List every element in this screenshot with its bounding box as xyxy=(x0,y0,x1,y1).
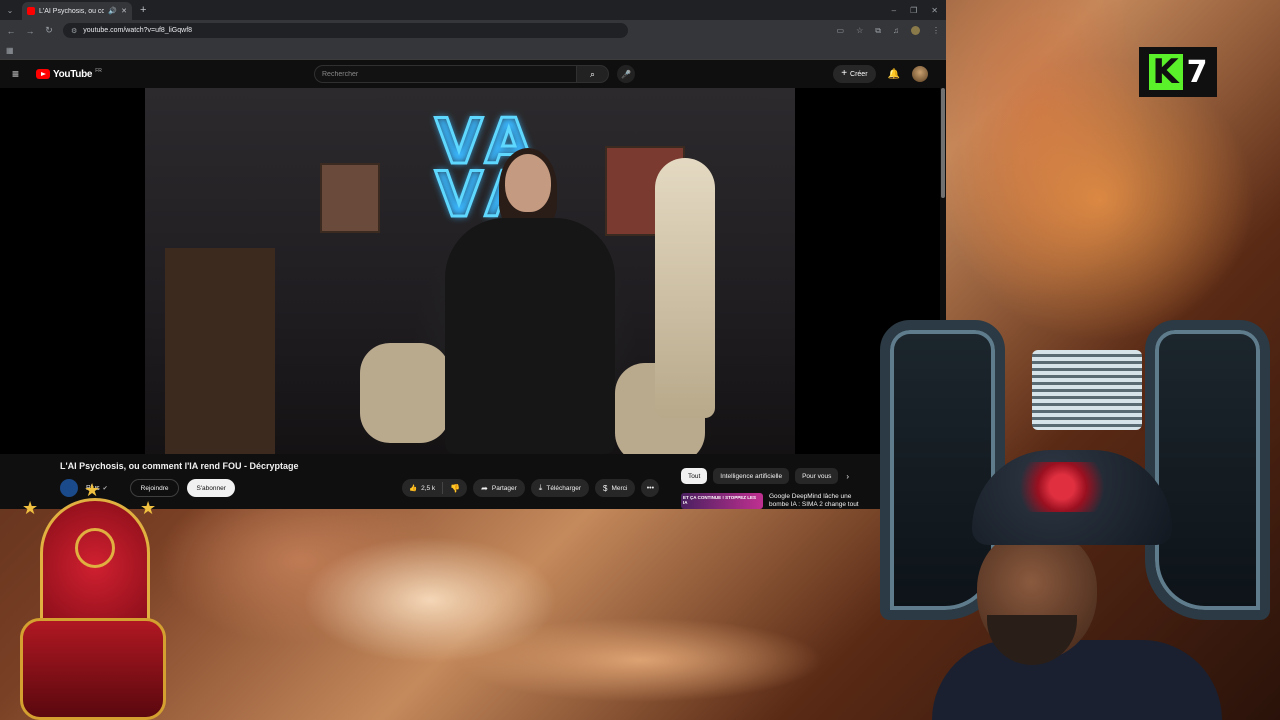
search-input[interactable] xyxy=(314,65,577,83)
presenter-body xyxy=(445,218,615,454)
subscribe-button[interactable]: S'abonner xyxy=(187,479,235,497)
recommended-video[interactable]: ET ÇA CONTINUE ! STOPPEZ LES IA Google D… xyxy=(681,493,869,509)
scifi-frame-center xyxy=(1032,350,1142,430)
statue xyxy=(655,158,715,418)
download-button[interactable]: ⤓ Télécharger xyxy=(530,479,590,497)
hamburger-menu-icon[interactable]: ≡ xyxy=(12,67,28,81)
webcam-overlay xyxy=(872,320,1280,720)
video-actions: 👍 2,5 k 👎 ➦ Partager ⤓ Télécharger $ Mer… xyxy=(402,479,660,497)
thumbs-down-icon[interactable]: 👎 xyxy=(443,484,467,493)
user-avatar[interactable] xyxy=(912,66,928,82)
region-code: FR xyxy=(95,68,102,74)
channel-logo: K 7 xyxy=(1139,47,1217,97)
share-button[interactable]: ➦ Partager xyxy=(473,479,525,497)
youtube-logo[interactable]: YouTube FR xyxy=(36,68,102,80)
back-arrow-icon[interactable]: ← xyxy=(6,26,16,36)
masthead-actions: + Créer 🔔 xyxy=(833,65,928,83)
create-button[interactable]: + Créer xyxy=(833,65,876,83)
close-icon[interactable]: ✕ xyxy=(121,7,127,15)
thanks-button[interactable]: $ Merci xyxy=(595,479,636,497)
video-frame: VA VA xyxy=(145,88,795,454)
profile-avatar[interactable] xyxy=(911,26,920,35)
microphone-icon[interactable]: 🎤 xyxy=(617,65,635,83)
thanks-label: Merci xyxy=(611,484,628,492)
share-arrow-icon: ➦ xyxy=(481,483,488,493)
reload-icon[interactable]: ↻ xyxy=(44,25,54,36)
hat-decoration xyxy=(1007,462,1117,512)
window-controls: – ❐ ✕ xyxy=(892,6,946,15)
logo-number: 7 xyxy=(1186,54,1208,90)
address-bar[interactable]: ⚙ youtube.com/watch?v=uf8_liGqwf8 xyxy=(63,23,628,38)
like-count: 2,5 k xyxy=(421,484,436,492)
chevron-right-icon[interactable]: › xyxy=(846,472,849,481)
streamer-webcam xyxy=(932,450,1222,720)
window-close-button[interactable]: ✕ xyxy=(931,6,938,15)
tab-search-icon[interactable]: ⌄ xyxy=(4,4,16,16)
scrollbar-thumb[interactable] xyxy=(941,88,945,198)
magazine-poster xyxy=(320,163,380,233)
new-tab-icon[interactable]: + xyxy=(140,4,146,16)
minimize-button[interactable]: – xyxy=(892,6,896,15)
like-dislike-group: 👍 2,5 k 👎 xyxy=(402,479,468,497)
stream-layout: ⌄ L'AI Psychosis, ou comment l'IA rend F… xyxy=(0,0,1280,720)
extensions-icon[interactable]: ⧉ xyxy=(875,26,881,36)
throne-seat xyxy=(20,618,166,720)
recommendation-chips: Tout Intelligence artificielle Pour vous… xyxy=(681,468,849,484)
video-player[interactable]: VA VA xyxy=(0,88,940,454)
tab-title: L'AI Psychosis, ou comment l'IA rend FOU xyxy=(39,7,105,15)
recommended-thumbnail[interactable]: ET ÇA CONTINUE ! STOPPEZ LES IA xyxy=(681,493,763,509)
speaker-icon[interactable]: 🔊 xyxy=(108,7,117,15)
plus-icon: + xyxy=(841,68,848,79)
tab-youtube[interactable]: L'AI Psychosis, ou comment l'IA rend FOU… xyxy=(22,2,132,20)
video-title: L'AI Psychosis, ou comment l'IA rend FOU… xyxy=(60,461,299,471)
apps-grid-icon[interactable]: ▦ xyxy=(6,46,14,55)
star-icon: ★ xyxy=(140,498,157,518)
download-label: Télécharger xyxy=(546,484,582,492)
recommended-title[interactable]: Google DeepMind lâche une bombe IA : SIM… xyxy=(769,493,869,509)
forward-arrow-icon[interactable]: → xyxy=(25,26,35,36)
cast-icon[interactable]: ▭ xyxy=(837,26,845,35)
chip-all[interactable]: Tout xyxy=(681,468,708,484)
site-info-icon[interactable]: ⚙ xyxy=(71,27,77,35)
super-thanks-icon: $ xyxy=(603,483,608,493)
media-controls-icon[interactable]: ♫ xyxy=(893,26,899,35)
share-label: Partager xyxy=(491,484,517,492)
christmas-throne: ★ ★ ★ xyxy=(20,480,166,720)
star-icon: ★ xyxy=(84,480,101,500)
browser-toolbar: ← → ↻ ⚙ youtube.com/watch?v=uf8_liGqwf8 … xyxy=(0,20,946,41)
tab-strip: ⌄ L'AI Psychosis, ou comment l'IA rend F… xyxy=(0,0,946,20)
create-label: Créer xyxy=(850,70,868,78)
presenter-face xyxy=(505,154,551,212)
download-icon: ⤓ xyxy=(538,483,543,492)
bookmark-star-icon[interactable]: ☆ xyxy=(856,26,863,35)
toolbar-actions: ▭ ☆ ⧉ ♫ ⋮ xyxy=(837,26,940,36)
search-bar: ⌕ 🎤 xyxy=(314,65,635,83)
more-actions-icon[interactable]: ••• xyxy=(641,479,660,497)
youtube-favicon-icon xyxy=(27,7,35,15)
notifications-bell-icon[interactable]: 🔔 xyxy=(888,69,900,80)
bookmarks-bar: ▦ xyxy=(0,41,946,60)
youtube-masthead: ≡ YouTube FR ⌕ 🎤 + Créer 🔔 xyxy=(0,60,946,88)
star-icon: ★ xyxy=(22,498,39,518)
presenter xyxy=(425,148,635,454)
chip-for-you[interactable]: Pour vous xyxy=(795,468,839,484)
maximize-button[interactable]: ❐ xyxy=(910,6,917,15)
logo-letter: K xyxy=(1148,54,1183,90)
chip-ai[interactable]: Intelligence artificielle xyxy=(713,468,790,484)
like-button[interactable]: 👍 2,5 k xyxy=(402,482,444,494)
throne-ornament xyxy=(75,528,115,568)
thumbs-up-icon: 👍 xyxy=(409,485,418,492)
browser-menu-icon[interactable]: ⋮ xyxy=(932,26,940,35)
browser-window: ⌄ L'AI Psychosis, ou comment l'IA rend F… xyxy=(0,0,946,509)
search-icon[interactable]: ⌕ xyxy=(577,65,609,83)
youtube-play-logo-icon xyxy=(36,69,50,79)
youtube-wordmark: YouTube xyxy=(53,68,93,80)
url-text: youtube.com/watch?v=uf8_liGqwf8 xyxy=(83,27,193,34)
bookshelf xyxy=(165,248,275,454)
streamer-hoodie xyxy=(932,640,1222,720)
